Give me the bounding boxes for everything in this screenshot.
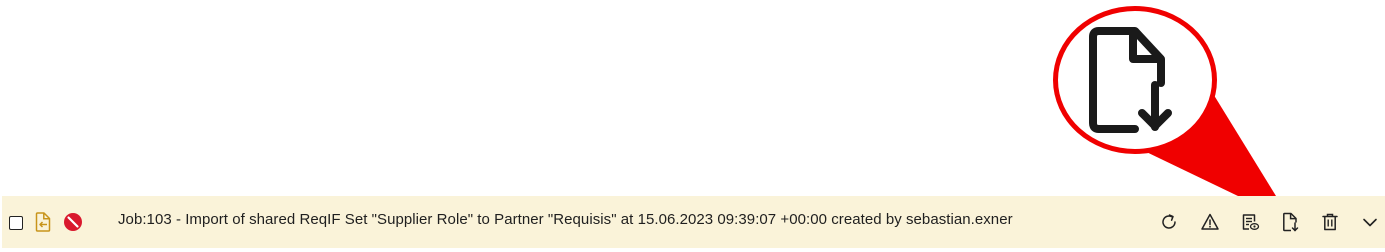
page: Job:103 - Import of shared ReqIF Set "Su… xyxy=(0,0,1385,252)
file-import-icon xyxy=(35,212,51,232)
file-download-icon xyxy=(1089,27,1172,133)
warning-icon xyxy=(1201,213,1219,230)
view-log-button[interactable] xyxy=(1238,210,1262,234)
expand-button[interactable] xyxy=(1358,210,1382,234)
trash-icon xyxy=(1322,213,1338,231)
download-button[interactable] xyxy=(1279,210,1303,234)
error-status-icon xyxy=(64,213,82,231)
refresh-icon xyxy=(1162,214,1176,229)
chevron-down-icon xyxy=(1363,218,1377,227)
file-download-icon xyxy=(1283,212,1299,232)
log-view-icon xyxy=(1242,214,1260,230)
delete-button[interactable] xyxy=(1318,210,1342,234)
row-select-checkbox[interactable] xyxy=(9,216,23,230)
callout-magnifier xyxy=(1053,6,1217,154)
warning-button[interactable] xyxy=(1198,210,1222,234)
job-row: Job:103 - Import of shared ReqIF Set "Su… xyxy=(2,196,1385,248)
job-description: Job:103 - Import of shared ReqIF Set "Su… xyxy=(118,211,1013,228)
rerun-button[interactable] xyxy=(1157,210,1181,234)
